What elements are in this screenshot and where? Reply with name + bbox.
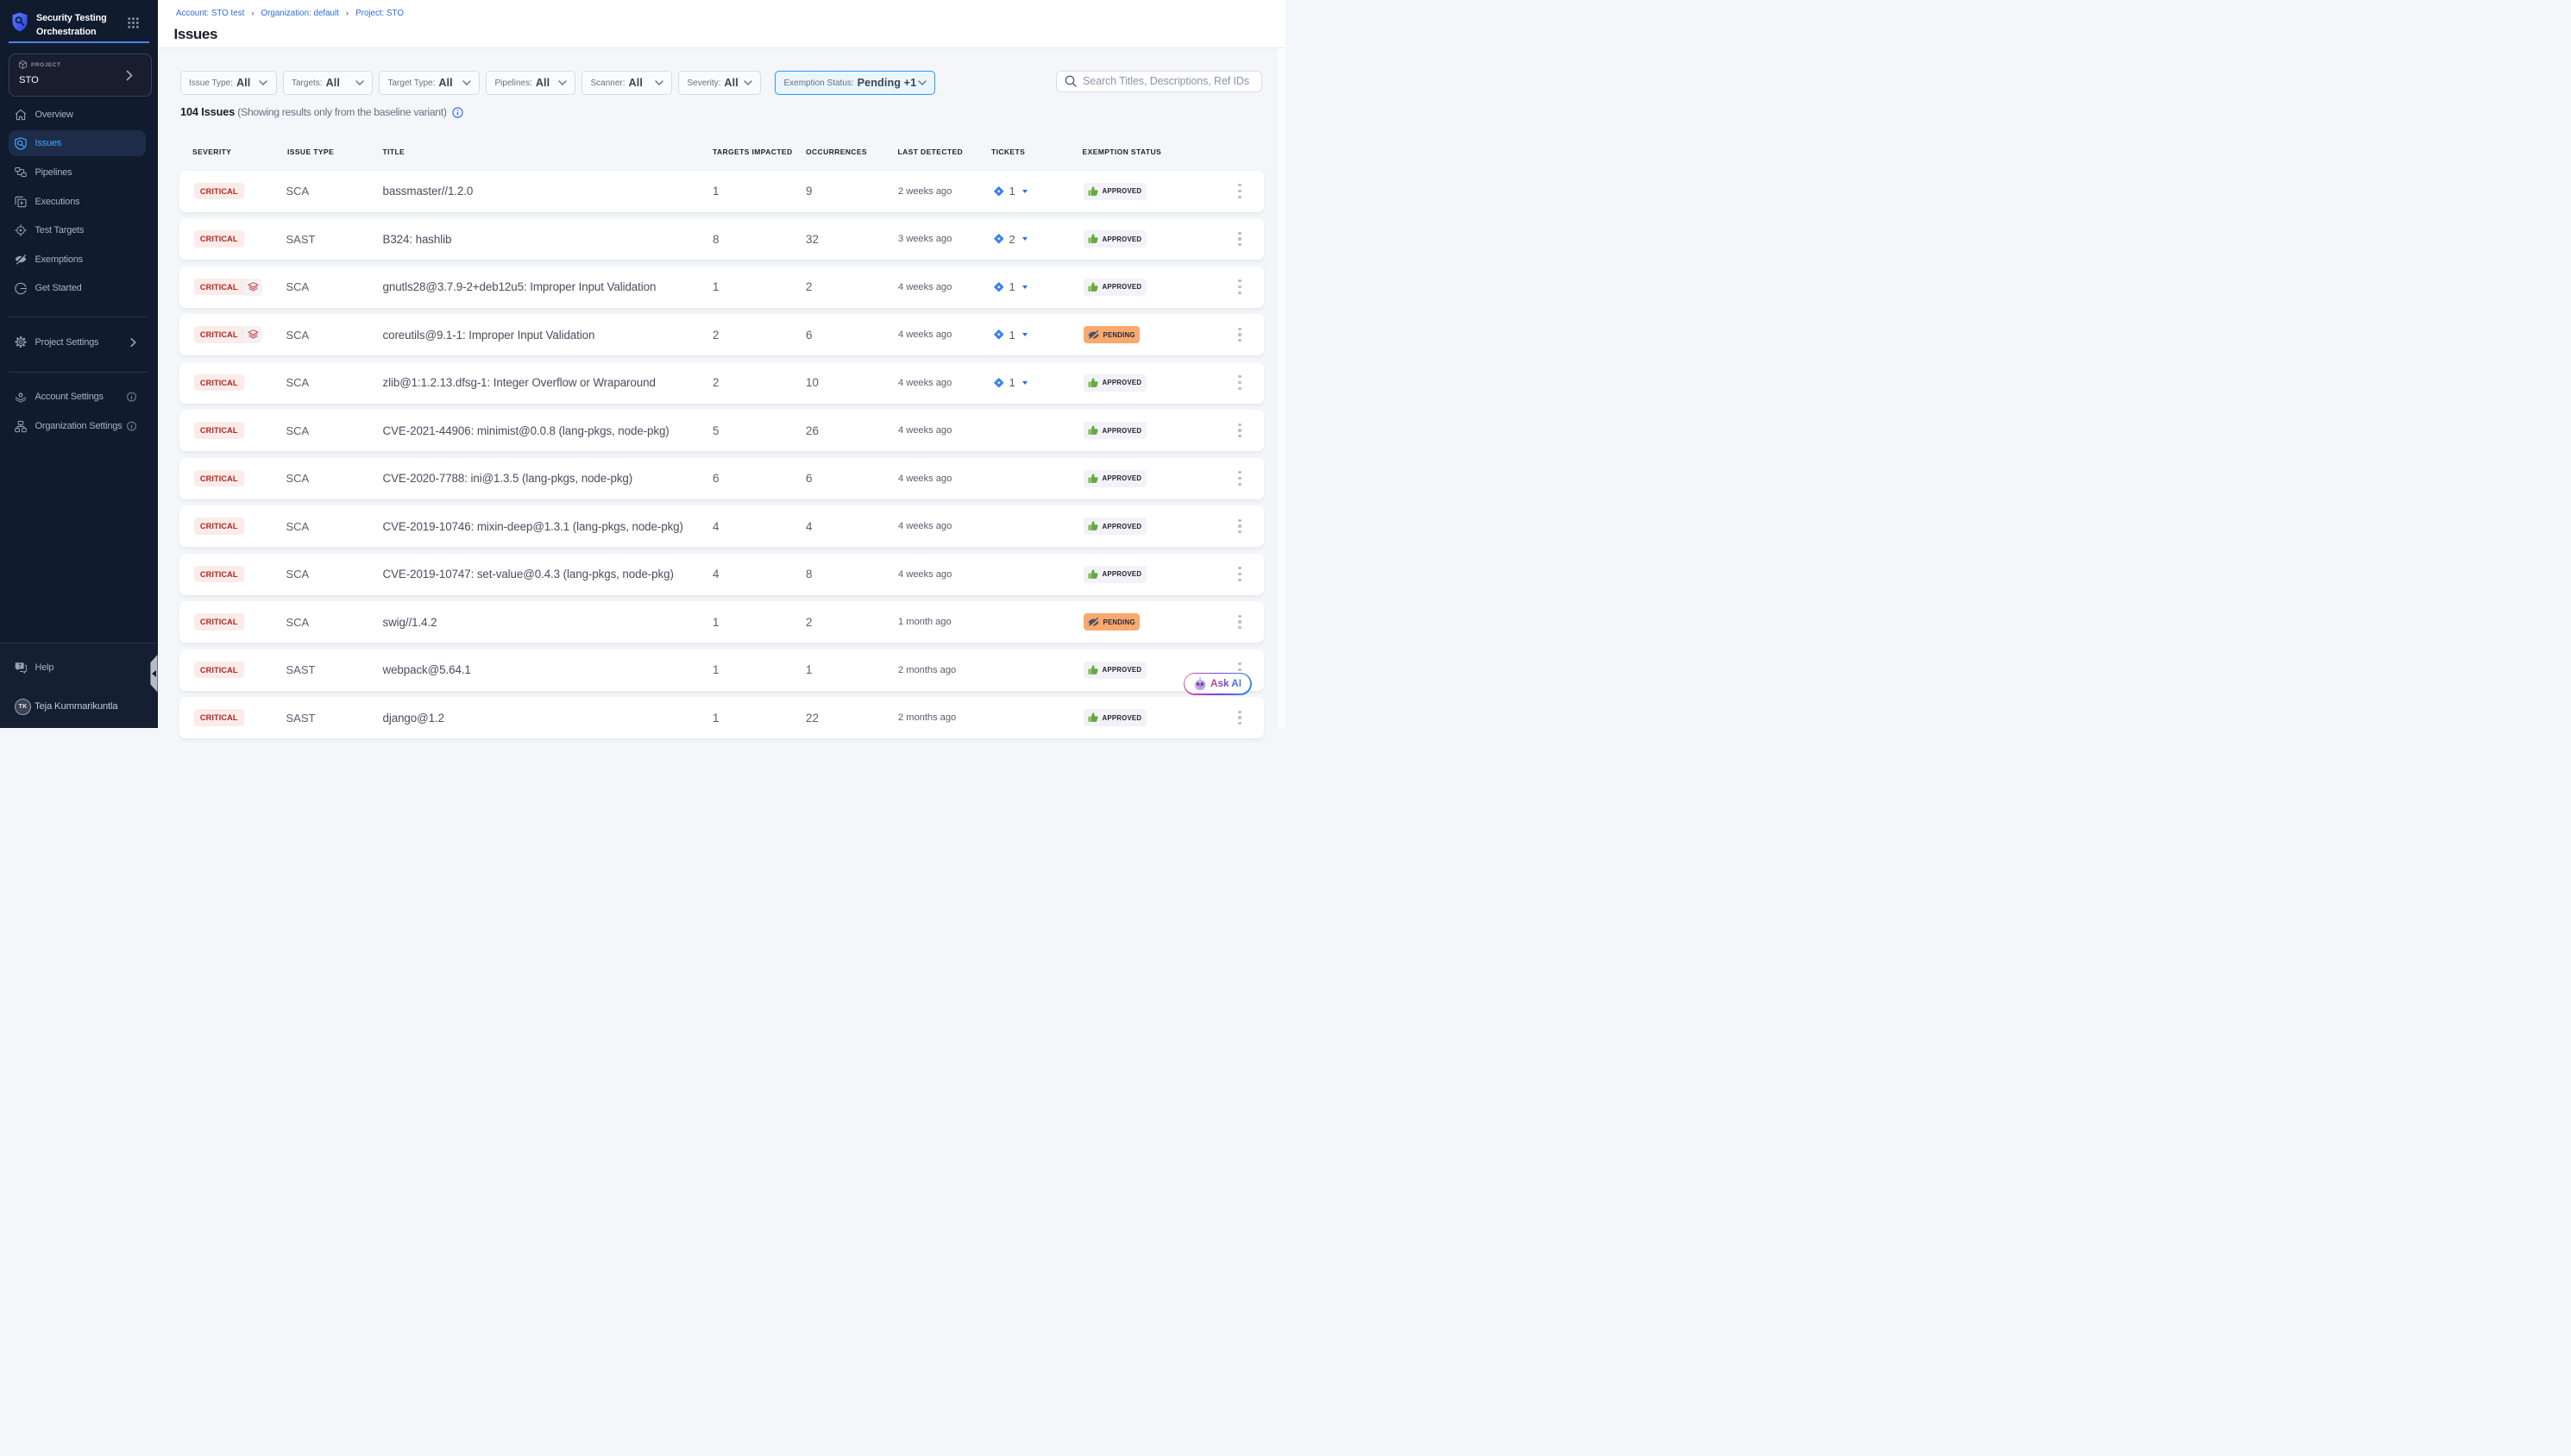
svg-text:?: ? (18, 664, 22, 669)
